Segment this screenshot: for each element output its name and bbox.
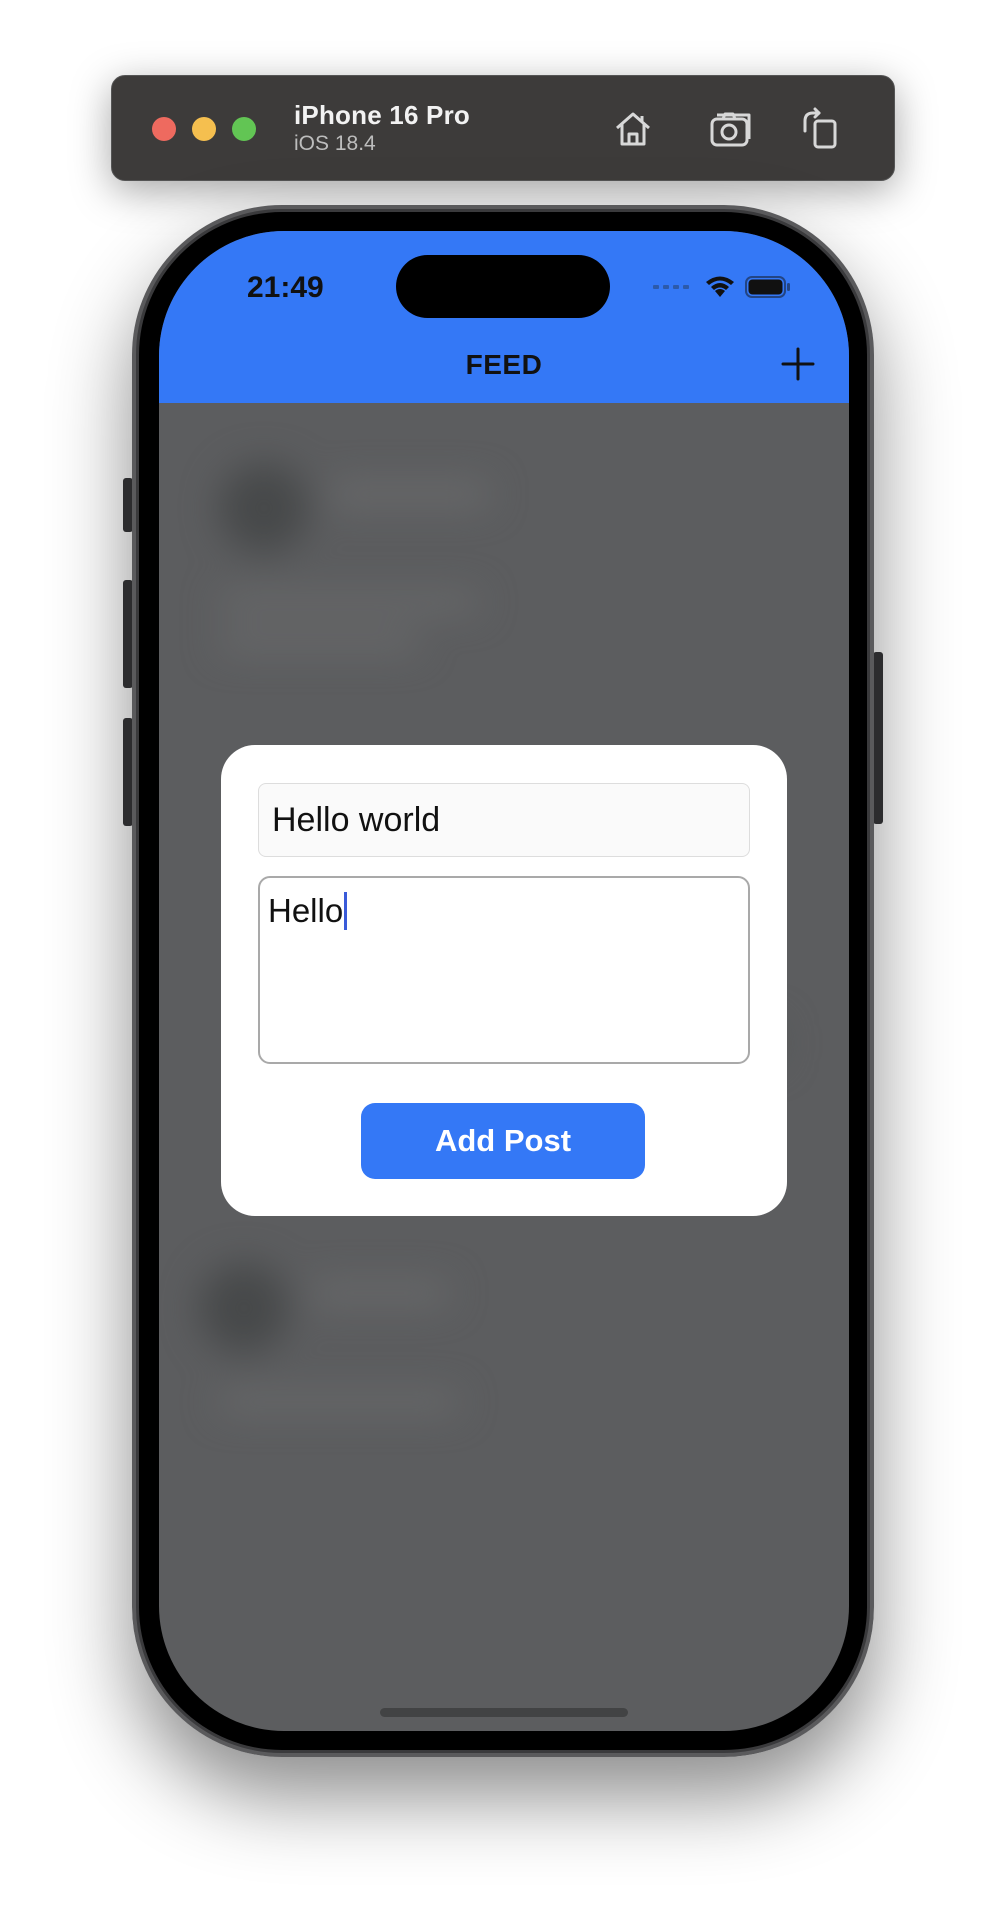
screenshot-icon [710, 112, 751, 147]
battery-icon [745, 276, 790, 298]
rotate-button[interactable] [794, 102, 848, 156]
status-icons [653, 275, 791, 299]
rotate-icon [803, 107, 837, 149]
close-window-button[interactable] [152, 117, 176, 141]
post-body-value: Hello [268, 892, 344, 929]
home-indicator[interactable] [380, 1708, 628, 1717]
wifi-icon [706, 276, 734, 297]
minimize-window-button[interactable] [192, 117, 216, 141]
status-time: 21:49 [247, 271, 324, 304]
device-name: iPhone 16 Pro [294, 100, 470, 130]
post-body-textarea[interactable]: Hello [258, 876, 750, 1064]
simulator-toolbar: iPhone 16 Pro iOS 18.4 [111, 75, 895, 181]
app-header: 21:49 FEED [159, 231, 849, 403]
cellular-icon [653, 285, 689, 289]
plus-icon[interactable] [780, 346, 816, 382]
add-post-dialog: Hello world Hello Add Post [221, 745, 787, 1216]
power-button[interactable] [873, 652, 883, 824]
dynamic-island [396, 255, 610, 318]
add-post-button[interactable]: Add Post [361, 1103, 645, 1179]
home-icon [616, 112, 650, 146]
home-button[interactable] [606, 102, 660, 156]
post-title-input[interactable]: Hello world [258, 783, 750, 857]
os-version: iOS 18.4 [294, 132, 376, 155]
page-title: FEED [465, 349, 543, 380]
text-cursor [344, 892, 348, 930]
zoom-window-button[interactable] [232, 117, 256, 141]
screenshot-button[interactable] [704, 102, 758, 156]
post-title-value: Hello world [272, 801, 441, 839]
phone-screen: 21:49 FEED Hello world Hello Add Post [159, 231, 849, 1731]
